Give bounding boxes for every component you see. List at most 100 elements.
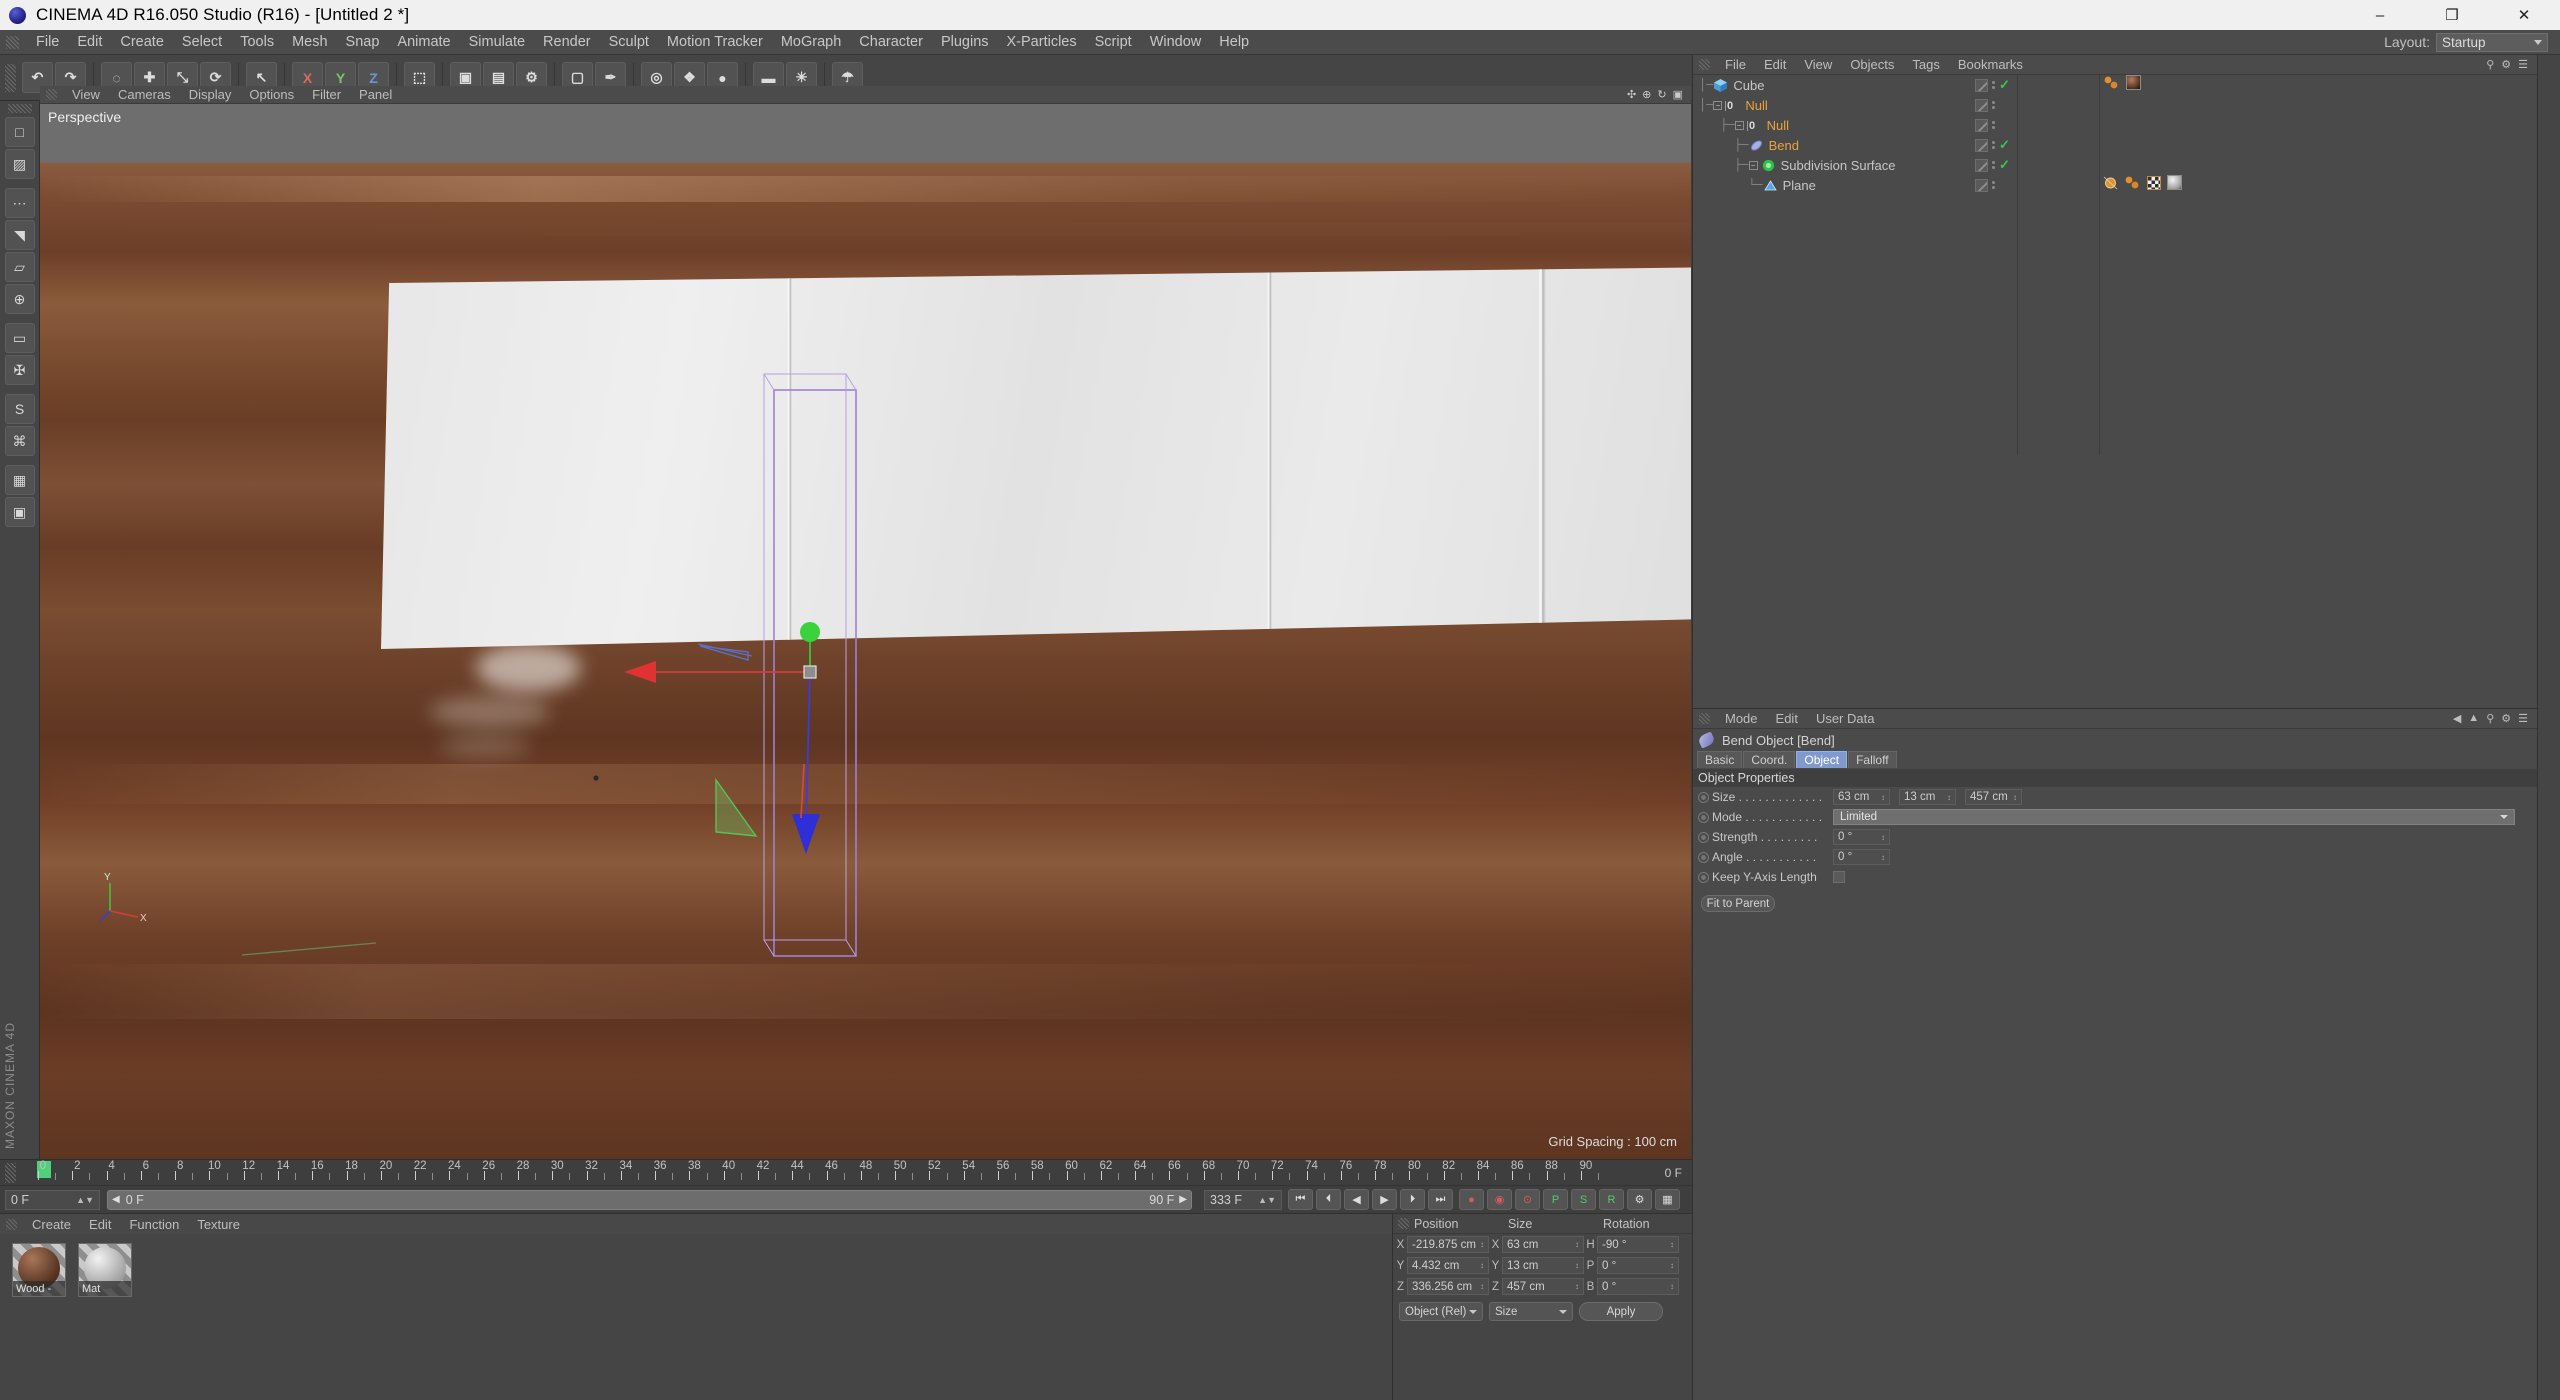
preview-range-slider[interactable]: ◀ 0 F 90 F ▶ xyxy=(107,1189,1192,1210)
search-icon[interactable]: ⚲ xyxy=(2486,712,2494,725)
spinner-icon[interactable]: ▲▼ xyxy=(76,1195,94,1205)
scale-key-button[interactable]: S xyxy=(1571,1189,1596,1210)
visibility-toggle-dots[interactable] xyxy=(1992,121,1995,129)
keyframe-selection-button[interactable]: ⊙ xyxy=(1515,1189,1540,1210)
autokey-button[interactable]: ◉ xyxy=(1487,1189,1512,1210)
toolbar-grip-icon[interactable] xyxy=(5,63,16,92)
visibility-toggle-dots[interactable] xyxy=(1992,141,1995,149)
spinner-icon[interactable]: ↕ xyxy=(1480,1261,1484,1270)
layout-dropdown[interactable]: Startup xyxy=(2436,32,2548,52)
pla-key-button[interactable]: ▦ xyxy=(1655,1189,1680,1210)
rotation-input[interactable]: 0 ° ↕ xyxy=(1597,1278,1679,1295)
object-row[interactable]: ├─ Bend ✓ xyxy=(1693,135,2537,155)
object-row[interactable]: ├─ −0 Null xyxy=(1693,115,2537,135)
layer-color-swatch[interactable] xyxy=(1975,98,1988,112)
property-input[interactable]: 457 cm ↕ xyxy=(1965,789,2022,805)
menu-item-select[interactable]: Select xyxy=(173,32,231,52)
property-input[interactable]: 63 cm ↕ xyxy=(1833,789,1890,805)
layout-grid-button[interactable]: ▣ xyxy=(4,497,35,527)
step-forward-button[interactable]: ⏵ xyxy=(1400,1189,1425,1210)
viewport-menu-cameras[interactable]: Cameras xyxy=(109,87,180,102)
transform-axis-gizmo[interactable] xyxy=(520,594,850,954)
timeline-ruler[interactable]: 0 2 4 6 8 10 12 14 16 18 20 22 24 26 28 30 32 34 36 38 40 42 4… xyxy=(20,1160,1600,1186)
object-row[interactable]: │─ −0 Null xyxy=(1693,95,2537,115)
mat-thumb[interactable] xyxy=(2167,175,2182,195)
spinner-icon[interactable]: ↕ xyxy=(1575,1282,1579,1291)
snap-toggle-button[interactable]: S xyxy=(4,394,35,424)
position-input[interactable]: 336.256 cm ↕ xyxy=(1407,1278,1489,1295)
spinner-icon[interactable]: ▲▼ xyxy=(1258,1195,1276,1205)
coord-size-dropdown[interactable]: Size xyxy=(1489,1302,1573,1321)
mode-dropdown[interactable]: Limited xyxy=(1833,809,2515,825)
viewport-maximize-icon[interactable]: ▣ xyxy=(1673,88,1683,101)
spinner-icon[interactable]: ↕ xyxy=(1881,833,1885,842)
spinner-icon[interactable]: ↕ xyxy=(1881,793,1885,802)
attribute-menu-mode[interactable]: Mode xyxy=(1716,711,1767,726)
palette-grip-icon[interactable] xyxy=(7,104,32,113)
spinner-icon[interactable]: ↕ xyxy=(1670,1261,1674,1270)
object-row[interactable]: │─ Cube ✓ xyxy=(1693,75,2537,95)
spinner-icon[interactable]: ↕ xyxy=(1947,793,1951,802)
perspective-viewport[interactable]: Y X Perspective Grid Spacing : 100 cm xyxy=(40,104,1691,1159)
viewport-pan-icon[interactable]: ✣ xyxy=(1627,88,1636,101)
magnet-tool-button[interactable]: ⌘ xyxy=(4,426,35,456)
attribute-menu-edit[interactable]: Edit xyxy=(1767,711,1807,726)
object-row[interactable]: ├─ − Subdivision Surface ✓ xyxy=(1693,155,2537,175)
sphere-dots[interactable] xyxy=(2103,75,2120,95)
step-back-button[interactable]: ⏴ xyxy=(1316,1189,1341,1210)
enabled-check-icon[interactable]: ✓ xyxy=(1999,77,2010,93)
object-menu-tags[interactable]: Tags xyxy=(1903,57,1948,72)
record-keyframe-button[interactable]: ● xyxy=(1459,1189,1484,1210)
range-right-arrow-icon[interactable]: ▶ xyxy=(1179,1194,1187,1205)
menu-item-plugins[interactable]: Plugins xyxy=(932,32,998,52)
viewport-rotate-icon[interactable]: ↻ xyxy=(1657,88,1666,101)
object-menu-view[interactable]: View xyxy=(1795,57,1841,72)
menu-item-edit[interactable]: Edit xyxy=(68,32,111,52)
viewport-menu-filter[interactable]: Filter xyxy=(303,87,350,102)
material-tile[interactable]: Wood - xyxy=(12,1243,66,1297)
attribute-menu-user-data[interactable]: User Data xyxy=(1807,711,1884,726)
expand-collapse-icon[interactable]: − xyxy=(1713,100,1723,110)
property-input[interactable]: 0 ° ↕ xyxy=(1833,829,1890,845)
menu-item-animate[interactable]: Animate xyxy=(388,32,459,52)
panel-menu-icon[interactable]: ☰ xyxy=(2518,712,2528,725)
maximize-button[interactable]: ❐ xyxy=(2416,0,2488,30)
coord-mode-dropdown[interactable]: Object (Rel) xyxy=(1399,1302,1483,1321)
menu-item-simulate[interactable]: Simulate xyxy=(460,32,534,52)
rotation-input[interactable]: -90 ° ↕ xyxy=(1597,1236,1679,1253)
expand-collapse-icon[interactable]: − xyxy=(1748,160,1758,170)
object-menu-edit[interactable]: Edit xyxy=(1755,57,1795,72)
menu-item-mesh[interactable]: Mesh xyxy=(283,32,336,52)
enabled-check-icon[interactable]: ✓ xyxy=(1999,157,2010,173)
goto-end-button[interactable]: ⏭ xyxy=(1428,1189,1453,1210)
material-menu-create[interactable]: Create xyxy=(23,1217,80,1232)
viewport-zoom-icon[interactable]: ⊕ xyxy=(1642,88,1651,101)
menu-item-window[interactable]: Window xyxy=(1141,32,1211,52)
spinner-icon[interactable]: ↕ xyxy=(2013,793,2017,802)
close-button[interactable]: ✕ xyxy=(2488,0,2560,30)
sphere-dots[interactable] xyxy=(2124,175,2141,195)
menu-item-render[interactable]: Render xyxy=(534,32,600,52)
menu-item-motion-tracker[interactable]: Motion Tracker xyxy=(658,32,772,52)
animate-keyframe-icon[interactable] xyxy=(1698,871,1709,883)
viewport-menu-options[interactable]: Options xyxy=(240,87,303,102)
wood-thumb[interactable] xyxy=(2126,75,2141,95)
size-input[interactable]: 13 cm ↕ xyxy=(1502,1257,1584,1274)
edges-mode-button[interactable]: ◥ xyxy=(4,220,35,250)
menu-item-script[interactable]: Script xyxy=(1086,32,1141,52)
animate-keyframe-icon[interactable] xyxy=(1698,791,1709,803)
gear-icon[interactable]: ⚙ xyxy=(2501,712,2511,725)
range-left-arrow-icon[interactable]: ◀ xyxy=(112,1194,120,1205)
animate-keyframe-icon[interactable] xyxy=(1698,851,1709,863)
property-input[interactable]: 13 cm ↕ xyxy=(1899,789,1956,805)
layer-color-swatch[interactable] xyxy=(1975,178,1988,192)
model-mode-button[interactable]: □ xyxy=(4,117,35,147)
workplane-button[interactable]: ▭ xyxy=(4,323,35,353)
menu-item-snap[interactable]: Snap xyxy=(337,32,389,52)
pin-icon[interactable]: ▲ xyxy=(2468,712,2479,725)
layer-color-swatch[interactable] xyxy=(1975,78,1988,92)
texture-mode-button[interactable]: ▨ xyxy=(4,149,35,179)
position-input[interactable]: -219.875 cm ↕ xyxy=(1407,1236,1489,1253)
keep-y-axis-checkbox[interactable] xyxy=(1833,871,1845,883)
visibility-toggle-dots[interactable] xyxy=(1992,81,1995,89)
